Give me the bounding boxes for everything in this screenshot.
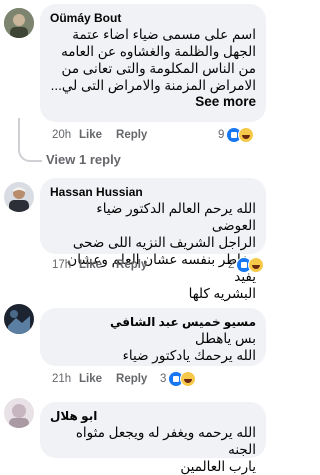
avatar[interactable] [4,304,34,334]
like-button[interactable]: Like [79,371,102,387]
haha-reaction-icon [248,257,265,273]
comment-text: الله يرحمه ويغفر له ويجعل مثواه الجنه يا… [75,425,256,474]
reaction-count: 2 [228,259,235,271]
comment-bubble: مسيو خميس عبد الشافي بس ياهطل الله يرحمك… [40,308,266,366]
comment-time[interactable]: 21h [52,371,79,387]
comment-time[interactable]: 17h [52,257,79,273]
reply-button[interactable]: Reply [116,371,147,387]
comment-bubble: ابو هلال الله يرحمه ويغفر له ويجعل مثواه… [40,402,266,474]
haha-reaction-icon [180,371,197,387]
comment-text: اسم على مسمى ضياء اضاء عتمة الجهل والظلم… [50,27,256,93]
reply-button[interactable]: Reply [116,127,147,143]
comment-bubble: Hassan Hussian الله يرحم العالم الدكتور … [40,178,266,301]
comment-author[interactable]: Oümáy Bout [50,10,256,26]
thread-connector [18,118,42,162]
comment-meta: 21h Like Reply [52,371,161,387]
reaction-summary[interactable]: 3 [160,370,197,388]
view-replies-link[interactable]: View 1 reply [46,152,121,167]
reaction-summary[interactable]: 9 [218,126,255,144]
reply-button[interactable]: Reply [116,257,147,273]
reaction-count: 9 [218,129,225,141]
like-button[interactable]: Like [79,127,102,143]
haha-reaction-icon [238,127,255,143]
comment-time[interactable]: 20h [52,127,79,143]
comment-author[interactable]: Hassan Hussian [50,184,256,200]
see-more-link[interactable]: See more [50,94,256,110]
like-button[interactable]: Like [79,257,102,273]
avatar[interactable] [4,182,34,212]
comment-text: بس ياهطل الله يرحمك يادكتور ضياء [122,331,256,363]
avatar[interactable] [4,8,34,38]
avatar[interactable] [4,398,34,428]
comment-author[interactable]: مسيو خميس عبد الشافي [50,314,256,330]
comment-author[interactable]: ابو هلال [50,408,256,424]
comment-text: الله يرحم العالم الدكتور ضياء العوضى الر… [67,201,256,301]
comment-meta: 17h Like Reply [52,257,161,273]
reaction-summary[interactable]: 2 [228,256,265,274]
comment-bubble: Oümáy Bout اسم على مسمى ضياء اضاء عتمة ا… [40,4,266,122]
reaction-count: 3 [160,373,167,385]
comment-meta: 20h Like Reply [52,127,161,143]
